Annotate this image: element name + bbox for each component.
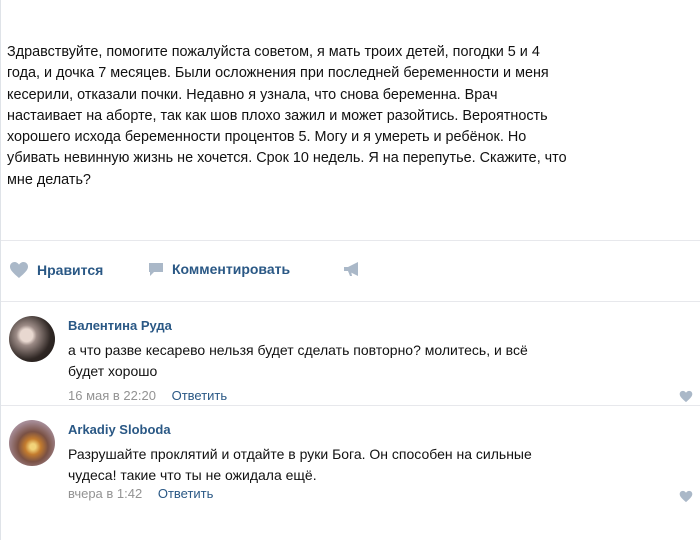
comments-list: Валентина Руда а что разве кесарево нель…: [1, 302, 700, 509]
like-button[interactable]: Нравится: [9, 261, 103, 279]
comment-text-line: а что разве кесарево нельзя будет сделат…: [68, 342, 528, 358]
post-text-line: мне делать?: [7, 171, 91, 188]
comment-icon: [148, 261, 164, 277]
like-label: Нравится: [37, 262, 104, 278]
comment-button[interactable]: Комментировать: [148, 261, 290, 277]
comment-text-line: будет хорошо: [68, 362, 158, 379]
comment-author[interactable]: Arkadiy Sloboda: [68, 422, 171, 437]
post-text-line: Здравствуйте, помогите пожалуйста совето…: [7, 44, 540, 60]
comment-label: Комментировать: [172, 261, 291, 277]
megaphone-icon: [343, 261, 363, 277]
post-text: Здравствуйте, помогите пожалуйста совето…: [7, 42, 687, 191]
heart-icon[interactable]: [679, 490, 693, 503]
post-text-line: года, и дочка 7 месяцев. Были осложнения…: [7, 65, 549, 82]
comment-date[interactable]: 16 мая в 22:20: [68, 388, 156, 403]
comment-author[interactable]: Валентина Руда: [68, 318, 172, 333]
post-actions-bar: Нравится Комментировать: [1, 240, 700, 302]
avatar[interactable]: [9, 316, 55, 362]
heart-icon[interactable]: [679, 390, 693, 403]
comment-meta: 16 мая в 22:20 Ответить: [68, 388, 227, 403]
reply-button[interactable]: Ответить: [172, 388, 228, 403]
share-button[interactable]: [343, 261, 363, 277]
comment-item: Валентина Руда а что разве кесарево нель…: [1, 302, 700, 405]
comment-text: а что разве кесарево нельзя будет сделат…: [68, 340, 668, 381]
post-text-line: настаивает на аборте, так как шов плохо …: [7, 107, 548, 124]
comment-item: Arkadiy Sloboda Разрушайте проклятий и о…: [1, 405, 700, 509]
reply-button[interactable]: Ответить: [158, 486, 214, 501]
comment-meta: вчера в 1:42 Ответить: [68, 486, 213, 501]
comment-text-line: Разрушайте проклятий и отдайте в руки Бо…: [68, 446, 532, 462]
wall-post: Здравствуйте, помогите пожалуйста совето…: [0, 0, 700, 540]
heart-icon: [9, 261, 29, 279]
comment-date[interactable]: вчера в 1:42: [68, 486, 142, 501]
post-text-line: хорошего исхода беременности процентов 5…: [7, 129, 527, 146]
comment-text-line: чудеса! такие что ты не ожидала ещё.: [68, 466, 317, 483]
post-text-line: убивать невинную жизнь не хочется. Срок …: [7, 150, 567, 167]
comment-text: Разрушайте проклятий и отдайте в руки Бо…: [68, 444, 668, 485]
post-text-line: кесерили, отказали почки. Недавно я узна…: [7, 86, 498, 103]
avatar[interactable]: [9, 420, 55, 466]
